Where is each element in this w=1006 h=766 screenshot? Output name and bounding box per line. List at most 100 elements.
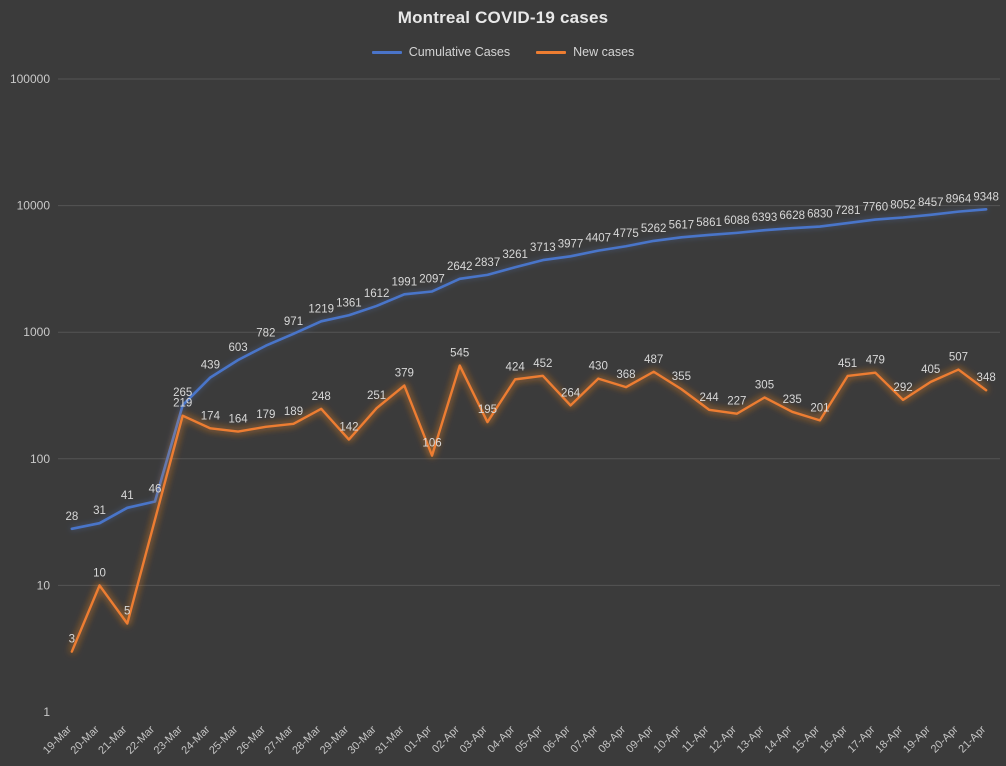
x-axis-tick-label: 30-Mar <box>346 723 379 756</box>
data-label: 219 <box>173 398 192 410</box>
data-label: 164 <box>228 414 248 426</box>
data-label: 174 <box>201 410 221 422</box>
data-labels: 28 3141462654396037829711219136116121991 2… <box>65 191 998 645</box>
x-axis-ticks: 19-Mar20-Mar21-Mar22-Mar23-Mar24-Mar25-M… <box>41 723 989 756</box>
y-axis-tick-label: 1000 <box>23 325 50 339</box>
data-label: 28 <box>65 511 78 523</box>
data-label: 264 <box>561 387 581 399</box>
data-label: 1219 <box>308 303 334 315</box>
data-label: 7281 <box>835 205 861 217</box>
data-label: 227 <box>727 396 746 408</box>
data-label: 424 <box>506 361 526 373</box>
data-label: 348 <box>977 372 996 384</box>
x-axis-tick-label: 28-Mar <box>290 723 323 756</box>
data-label: 248 <box>312 391 331 403</box>
y-axis-tick-label: 10000 <box>17 199 51 213</box>
data-label: 405 <box>921 364 940 376</box>
data-label: 430 <box>589 361 608 373</box>
x-axis-tick-label: 07-Apr <box>569 723 601 755</box>
x-axis-tick-label: 25-Mar <box>207 723 240 756</box>
x-axis-tick-label: 13-Apr <box>735 723 767 755</box>
x-axis-tick-label: 05-Apr <box>513 723 545 755</box>
data-label: 2097 <box>419 273 445 285</box>
data-label: 1612 <box>364 288 390 300</box>
data-label: 106 <box>422 438 441 450</box>
data-label: 7760 <box>863 202 889 214</box>
x-axis-tick-label: 06-Apr <box>541 723 573 755</box>
data-label: 6393 <box>752 212 778 224</box>
chart-page: Montreal COVID-19 cases Cumulative Cases… <box>0 0 1006 766</box>
data-label: 5 <box>124 606 130 618</box>
x-axis-tick-label: 21-Apr <box>956 723 988 755</box>
x-axis-tick-label: 14-Apr <box>762 723 794 755</box>
data-label: 3713 <box>530 242 556 254</box>
data-label: 5262 <box>641 223 667 235</box>
data-label: 31 <box>93 505 106 517</box>
x-axis-tick-label: 12-Apr <box>707 723 739 755</box>
data-label: 479 <box>866 355 885 367</box>
x-axis-tick-label: 19-Mar <box>41 723 74 756</box>
data-label: 439 <box>201 359 220 371</box>
data-label: 355 <box>672 371 691 383</box>
x-axis-tick-label: 26-Mar <box>235 723 268 756</box>
data-label: 41 <box>121 490 134 502</box>
x-axis-tick-label: 29-Mar <box>318 723 351 756</box>
data-label: 603 <box>228 342 247 354</box>
data-label: 179 <box>256 409 275 421</box>
data-label: 8457 <box>918 197 944 209</box>
data-label: 4775 <box>613 228 639 240</box>
data-label: 6628 <box>779 210 805 222</box>
x-axis-tick-label: 21-Mar <box>96 723 129 756</box>
data-label: 8052 <box>890 200 916 212</box>
data-label: 1991 <box>392 276 418 288</box>
data-label: 2642 <box>447 261 473 273</box>
x-axis-tick-label: 03-Apr <box>458 723 490 755</box>
data-label: 971 <box>284 316 303 328</box>
data-label: 2837 <box>475 257 501 269</box>
data-label: 452 <box>533 358 552 370</box>
x-axis-tick-label: 24-Mar <box>179 723 212 756</box>
x-axis-tick-label: 15-Apr <box>790 723 822 755</box>
x-axis-tick-label: 02-Apr <box>430 723 462 755</box>
data-label: 4407 <box>585 233 611 245</box>
y-axis-tick-label: 1 <box>43 705 50 719</box>
x-axis-tick-label: 22-Mar <box>124 723 157 756</box>
x-axis-tick-label: 18-Apr <box>873 723 905 755</box>
x-axis-tick-label: 31-Mar <box>373 723 406 756</box>
data-label: 368 <box>616 369 635 381</box>
data-label: 3 <box>69 634 75 646</box>
data-label: 292 <box>893 382 912 394</box>
y-axis-tick-label: 10 <box>37 578 51 592</box>
gridlines <box>58 78 1000 586</box>
data-label: 8964 <box>946 194 972 206</box>
x-axis-tick-label: 10-Apr <box>652 723 684 755</box>
data-label: 9348 <box>973 191 999 203</box>
data-label: 6830 <box>807 209 833 221</box>
x-axis-tick-label: 20-Apr <box>929 723 961 755</box>
data-label: 545 <box>450 348 469 360</box>
x-axis-tick-label: 04-Apr <box>485 723 517 755</box>
x-axis-tick-label: 23-Mar <box>152 723 185 756</box>
x-axis-tick-label: 08-Apr <box>596 723 628 755</box>
data-label: 1361 <box>336 297 362 309</box>
data-label: 10 <box>93 567 106 579</box>
data-label: 5617 <box>669 219 695 231</box>
y-axis-ticks: 1 10 100 1000 10000 100000 <box>10 72 50 719</box>
x-axis-tick-label: 19-Apr <box>901 723 933 755</box>
data-label: 6088 <box>724 215 750 227</box>
x-axis-tick-label: 27-Mar <box>262 723 295 756</box>
data-label: 5861 <box>696 217 722 229</box>
data-label: 189 <box>284 406 303 418</box>
data-label: 487 <box>644 354 663 366</box>
data-label: 142 <box>339 422 358 434</box>
data-label: 451 <box>838 358 857 370</box>
data-label: 251 <box>367 390 386 402</box>
data-label: 305 <box>755 379 774 391</box>
data-label: 379 <box>395 368 414 380</box>
data-label: 782 <box>256 328 275 340</box>
data-label: 3261 <box>502 249 528 261</box>
data-label: 244 <box>699 392 719 404</box>
x-axis-tick-label: 01-Apr <box>402 723 434 755</box>
series-line-new-cases <box>70 364 988 653</box>
data-label: 46 <box>149 483 162 495</box>
